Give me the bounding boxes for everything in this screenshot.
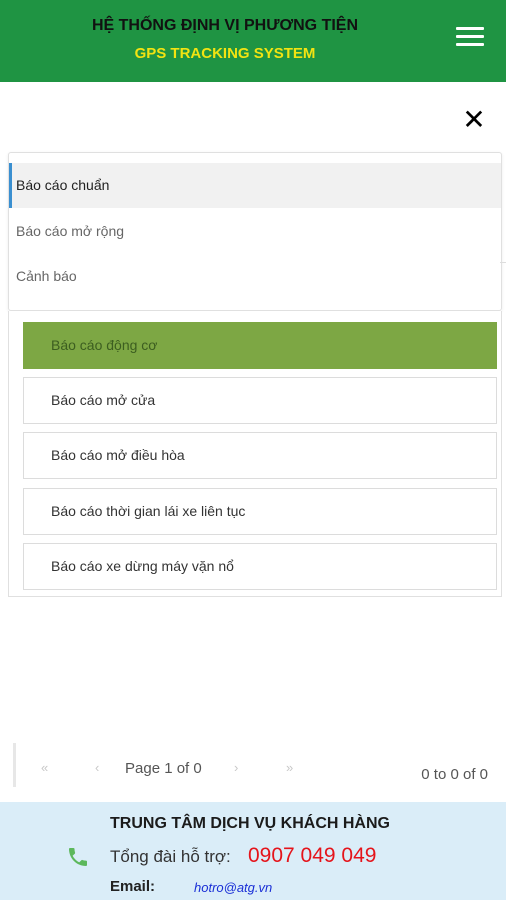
app-header: HỆ THỐNG ĐỊNH VỊ PHƯƠNG TIỆN GPS TRACKIN…	[0, 0, 506, 82]
next-page-button[interactable]: ›	[234, 760, 238, 775]
last-page-button[interactable]: »	[286, 760, 293, 775]
page-indicator: Page 1 of 0	[125, 760, 202, 777]
hotline-label: Tổng đài hỗ trợ:	[110, 847, 231, 866]
pagination: « ‹ Page 1 of 0 › » 0 to 0 of 0	[0, 740, 506, 802]
tab-extended-report[interactable]: Báo cáo mở rộng	[9, 209, 501, 254]
report-item-air-conditioner[interactable]: Báo cáo mở điều hòa	[23, 432, 497, 479]
hamburger-menu-icon[interactable]	[456, 27, 484, 51]
pagination-divider	[13, 743, 16, 787]
report-item-engine[interactable]: Báo cáo động cơ	[23, 322, 497, 369]
tab-standard-report[interactable]: Báo cáo chuẩn	[9, 163, 501, 208]
email-link[interactable]: hotro@atg.vn	[194, 880, 272, 895]
app-title: HỆ THỐNG ĐỊNH VỊ PHƯƠNG TIỆN	[91, 17, 359, 34]
phone-icon	[69, 848, 87, 866]
first-page-button[interactable]: «	[41, 760, 48, 775]
record-count: 0 to 0 of 0	[421, 766, 488, 783]
tab-alerts[interactable]: Cảnh báo	[9, 254, 501, 299]
prev-page-button[interactable]: ‹	[95, 760, 99, 775]
report-item-engine-idle[interactable]: Báo cáo xe dừng máy vặn nổ	[23, 543, 497, 590]
close-icon[interactable]: ✕	[458, 104, 490, 136]
report-list-panel: Báo cáo động cơ Báo cáo mở cửa Báo cáo m…	[8, 311, 502, 597]
email-label: Email:	[110, 878, 156, 895]
app-subtitle: GPS TRACKING SYSTEM	[134, 45, 316, 62]
report-item-continuous-driving[interactable]: Báo cáo thời gian lái xe liên tục	[23, 488, 497, 535]
customer-service-footer: TRUNG TÂM DỊCH VỤ KHÁCH HÀNG Tổng đài hỗ…	[0, 802, 506, 900]
report-item-door-open[interactable]: Báo cáo mở cửa	[23, 377, 497, 424]
report-category-tabs: Báo cáo chuẩn Báo cáo mở rộng Cảnh báo	[8, 152, 502, 311]
footer-title: TRUNG TÂM DỊCH VỤ KHÁCH HÀNG	[110, 815, 390, 832]
hotline-number-link[interactable]: 0907 049 049	[248, 844, 376, 868]
